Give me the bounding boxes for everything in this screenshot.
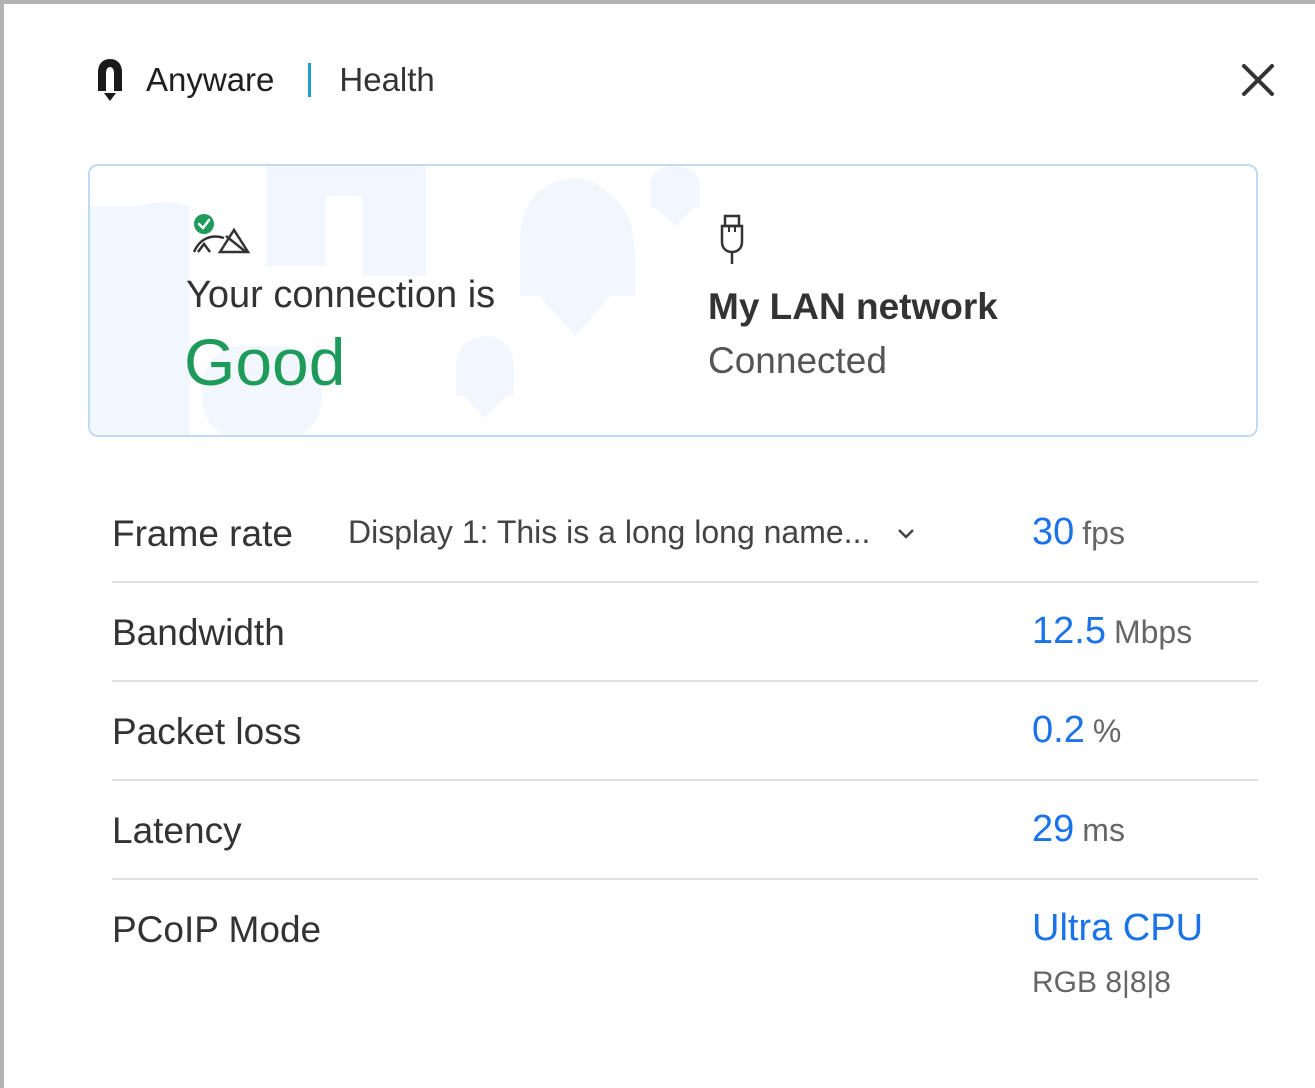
header: Anyware Health [96, 56, 435, 104]
health-window: Anyware Health Your connection is Good M… [0, 0, 1315, 1088]
metric-row-packet-loss: Packet loss 0.2% [112, 682, 1258, 781]
frame-rate-number: 30 [1032, 511, 1075, 553]
bandwidth-value: 12.5 Mbps [1032, 610, 1192, 653]
frame-rate-unit: fps [1082, 515, 1125, 551]
display-select[interactable]: Display 1: This is a long long name... [348, 514, 916, 551]
latency-number: 29 [1032, 808, 1075, 850]
bandwidth-unit: Mbps [1113, 614, 1193, 650]
latency-value: 29 ms [1032, 808, 1125, 851]
anyware-logo-icon [98, 59, 122, 101]
pcoip-mode-label: PCoIP Mode [112, 909, 322, 950]
frame-rate-label: Frame rate [112, 513, 293, 554]
metric-row-latency: Latency 29 ms [112, 781, 1258, 880]
packet-loss-value: 0.2% [1032, 709, 1121, 752]
connection-card: Your connection is Good My LAN network C… [88, 164, 1258, 437]
bandwidth-number: 12.5 [1032, 610, 1106, 652]
packet-loss-unit: % [1092, 713, 1122, 749]
metric-row-pcoip-mode: PCoIP Mode Ultra CPU RGB 8|8|8 [112, 880, 1258, 1020]
brand-name: Anyware [146, 61, 275, 98]
display-select-value: Display 1: This is a long long name... [348, 514, 871, 550]
network-status: Connected [708, 340, 887, 381]
metric-row-bandwidth: Bandwidth 12.5 Mbps [112, 583, 1258, 682]
header-divider [308, 63, 312, 97]
section-title: Health [339, 61, 435, 98]
connection-quality-icon [192, 214, 251, 254]
packet-loss-number: 0.2 [1032, 709, 1085, 751]
pcoip-mode-value: Ultra CPU [1032, 907, 1203, 950]
network-name: My LAN network [708, 286, 998, 327]
latency-unit: ms [1082, 812, 1125, 848]
pcoip-mode-number: Ultra CPU [1032, 907, 1204, 949]
frame-rate-value: 30 fps [1032, 511, 1125, 554]
latency-label: Latency [112, 810, 242, 851]
metric-row-frame-rate: Frame rate Display 1: This is a long lon… [112, 484, 1258, 583]
packet-loss-label: Packet loss [112, 711, 302, 752]
ethernet-plug-icon [720, 214, 744, 264]
pcoip-mode-color-depth: RGB 8|8|8 [1032, 966, 1171, 999]
connection-label: Your connection is [186, 274, 496, 316]
metrics-list: Frame rate Display 1: This is a long lon… [112, 484, 1258, 1020]
chevron-down-icon [898, 528, 915, 539]
connection-status: Good [184, 325, 346, 399]
bandwidth-label: Bandwidth [112, 612, 285, 653]
close-icon[interactable] [1238, 60, 1278, 100]
